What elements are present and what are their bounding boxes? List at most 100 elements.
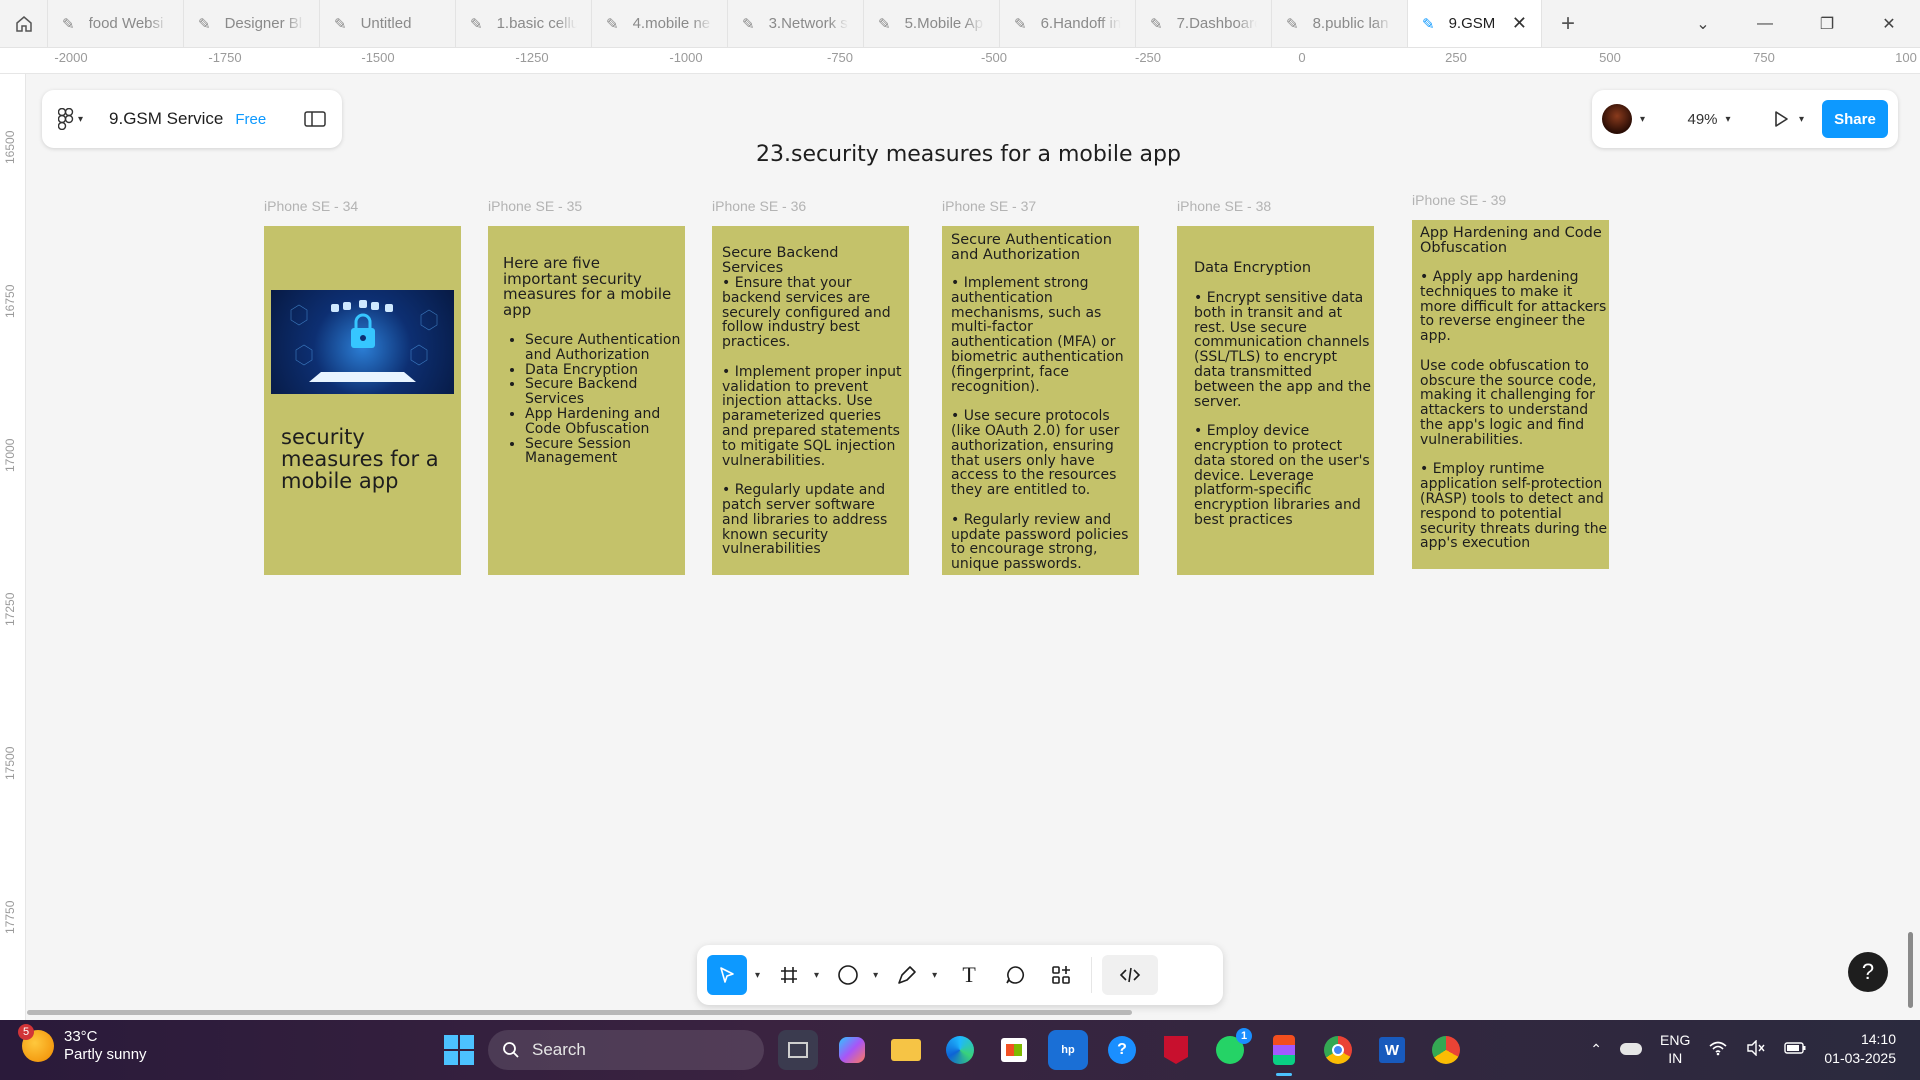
frame-label[interactable]: iPhone SE - 39: [1412, 192, 1506, 208]
task-view-icon[interactable]: [778, 1030, 818, 1070]
chrome-profile-icon[interactable]: [1426, 1030, 1466, 1070]
sidebar-toggle-icon[interactable]: [304, 110, 326, 128]
play-icon[interactable]: [1771, 109, 1791, 129]
frame-iphone-se-35[interactable]: Here are five important security measure…: [488, 226, 685, 575]
copilot-icon[interactable]: [832, 1030, 872, 1070]
frame-label[interactable]: iPhone SE - 38: [1177, 198, 1271, 214]
move-tool-button[interactable]: [707, 955, 747, 995]
top-right-panel: ▾ 49% ▾ ▾ Share: [1592, 90, 1898, 148]
tab-mobile-network[interactable]: ✎ 4.mobile ne: [592, 0, 728, 47]
frame-label[interactable]: iPhone SE - 37: [942, 198, 1036, 214]
frame-label[interactable]: iPhone SE - 35: [488, 198, 582, 214]
clock[interactable]: 14:10 01-03-2025: [1824, 1030, 1896, 1068]
frame-tool-button[interactable]: [772, 955, 806, 995]
frame-body: • Apply app hardening techniques to make…: [1420, 269, 1608, 552]
frame-label[interactable]: iPhone SE - 36: [712, 198, 806, 214]
ruler-tick: 17000: [3, 438, 17, 472]
figma-menu-icon[interactable]: ▾: [58, 108, 83, 130]
home-tab[interactable]: [0, 0, 48, 47]
frame-heading: Secure Authentication and Authorization: [951, 232, 1112, 263]
tab-public-land[interactable]: ✎ 8.public lan: [1272, 0, 1408, 47]
onedrive-icon[interactable]: [1620, 1043, 1643, 1055]
edge-icon[interactable]: [940, 1030, 980, 1070]
chevron-down-icon[interactable]: ▾: [932, 970, 937, 981]
tab-untitled[interactable]: ✎ Untitled: [320, 0, 456, 47]
chevron-down-icon[interactable]: ▾: [755, 970, 760, 981]
avatar[interactable]: [1602, 104, 1632, 134]
volume-muted-icon[interactable]: [1746, 1038, 1766, 1059]
tab-gsm-active[interactable]: ✎ 9.GSM ✕: [1408, 0, 1542, 47]
chevron-down-icon[interactable]: ▾: [1640, 114, 1645, 125]
language-indicator[interactable]: ENG IN: [1660, 1031, 1690, 1067]
minimize-icon[interactable]: —: [1734, 15, 1796, 33]
chevron-down-icon[interactable]: ⌄: [1672, 14, 1734, 34]
chevron-up-icon[interactable]: ⌃: [1590, 1041, 1602, 1058]
frame-heading: Data Encryption: [1194, 260, 1312, 276]
chevron-down-icon[interactable]: ▾: [814, 970, 819, 981]
figma-icon[interactable]: [1264, 1030, 1304, 1076]
weather-widget[interactable]: 5 33°C Partly sunny: [18, 1024, 147, 1064]
frame-body: • Ensure that your backend services are …: [722, 275, 902, 558]
comment-tool-button[interactable]: [995, 955, 1035, 995]
plan-badge[interactable]: Free: [235, 111, 266, 128]
tab-handoff[interactable]: ✎ 6.Handoff in: [1000, 0, 1136, 47]
ruler-tick: 17250: [3, 592, 17, 626]
tab-basic-cellular[interactable]: ✎ 1.basic cellu: [456, 0, 592, 47]
shape-tool-button[interactable]: [831, 955, 865, 995]
file-name[interactable]: 9.GSM Service: [109, 109, 223, 129]
myhp-icon[interactable]: hp: [1048, 1030, 1088, 1070]
windows-start-icon[interactable]: [444, 1035, 474, 1065]
zoom-control[interactable]: 49% ▾: [1669, 102, 1749, 136]
home-icon: [15, 15, 32, 32]
components-icon: [1052, 966, 1071, 984]
dev-mode-toggle[interactable]: [1102, 955, 1159, 995]
close-tab-icon[interactable]: ✕: [1512, 13, 1527, 34]
frame-iphone-se-36[interactable]: Secure Backend Services • Ensure that yo…: [712, 226, 909, 575]
vertical-scrollbar[interactable]: [1908, 932, 1913, 1008]
measures-list: Secure Authentication and Authorization …: [503, 333, 683, 466]
whatsapp-icon[interactable]: 1: [1210, 1028, 1252, 1070]
chevron-down-icon[interactable]: ▾: [873, 970, 878, 981]
tab-designer[interactable]: ✎ Designer Bl: [184, 0, 320, 47]
help-button[interactable]: ?: [1848, 952, 1888, 992]
file-panel: ▾ 9.GSM Service Free: [42, 90, 342, 148]
frame-label[interactable]: iPhone SE - 34: [264, 198, 358, 214]
text-tool-button[interactable]: T: [949, 955, 989, 995]
tab-mobile-app[interactable]: ✎ 5.Mobile Ap: [864, 0, 1000, 47]
store-icon[interactable]: [994, 1030, 1034, 1070]
get-help-icon[interactable]: ?: [1102, 1030, 1142, 1070]
frame-heading: App Hardening and Code Obfuscation: [1420, 225, 1602, 256]
frame-iphone-se-37[interactable]: Secure Authentication and Authorization …: [942, 226, 1139, 575]
frame-iphone-se-38[interactable]: Data Encryption • Encrypt sensitive data…: [1177, 226, 1374, 575]
share-button[interactable]: Share: [1822, 100, 1888, 138]
horizontal-scrollbar[interactable]: [27, 1010, 1132, 1015]
ruler-tick: 17750: [3, 900, 17, 934]
chevron-down-icon: ▾: [1725, 113, 1731, 125]
page-title: 23.security measures for a mobile app: [756, 142, 1181, 167]
word-icon[interactable]: W: [1372, 1030, 1412, 1070]
tab-dashboard[interactable]: ✎ 7.Dashboarc: [1136, 0, 1272, 47]
tab-network[interactable]: ✎ 3.Network s: [728, 0, 864, 47]
resources-tool-button[interactable]: [1041, 955, 1081, 995]
frame-heading: Secure Backend Services: [722, 245, 839, 276]
frame-iphone-se-34[interactable]: security measures for a mobile app: [264, 226, 461, 575]
new-tab-button[interactable]: +: [1542, 0, 1594, 47]
ruler-tick: -1250: [515, 50, 549, 65]
restore-icon[interactable]: ❐: [1796, 14, 1858, 34]
chevron-down-icon[interactable]: ▾: [1799, 114, 1804, 125]
frame-iphone-se-39[interactable]: App Hardening and Code Obfuscation • App…: [1412, 220, 1609, 569]
ruler-tick: -2000: [54, 50, 88, 65]
file-icon: ✎: [742, 15, 755, 33]
file-icon: ✎: [1014, 15, 1027, 33]
battery-icon[interactable]: [1784, 1041, 1806, 1058]
close-window-icon[interactable]: ✕: [1858, 14, 1920, 34]
list-item: App Hardening and Code Obfuscation: [525, 407, 683, 437]
pen-tool-button[interactable]: [890, 955, 924, 995]
chrome-icon[interactable]: [1318, 1030, 1358, 1070]
ruler-tick: -500: [980, 50, 1008, 65]
mcafee-icon[interactable]: [1156, 1030, 1196, 1070]
tab-food-website[interactable]: ✎ food Websi: [48, 0, 184, 47]
wifi-icon[interactable]: [1708, 1040, 1728, 1059]
file-explorer-icon[interactable]: [886, 1030, 926, 1070]
taskbar-search[interactable]: Search: [488, 1030, 764, 1070]
